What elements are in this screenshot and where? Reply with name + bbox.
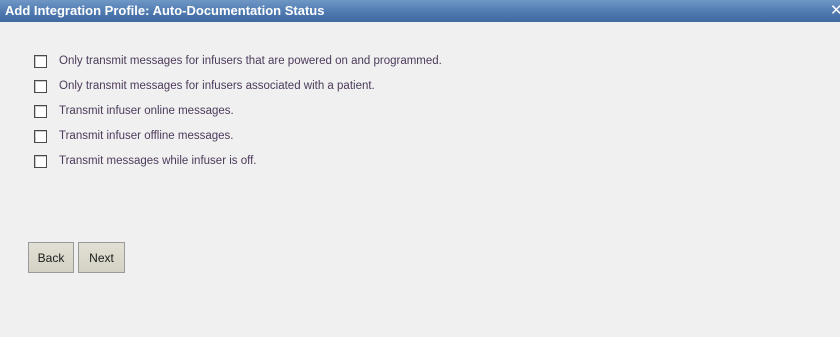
option-label: Only transmit messages for infusers that… — [59, 55, 442, 67]
button-bar: Back Next — [28, 242, 129, 273]
options-list: Only transmit messages for infusers that… — [34, 50, 442, 175]
option-online-messages[interactable]: Transmit infuser online messages. — [34, 100, 442, 122]
next-button[interactable]: Next — [78, 242, 125, 273]
dialog-titlebar: Add Integration Profile: Auto-Documentat… — [0, 0, 840, 22]
checkbox-while-infuser-off[interactable] — [34, 154, 47, 168]
checkbox-powered-on-programmed[interactable] — [34, 54, 47, 68]
option-label: Only transmit messages for infusers asso… — [59, 80, 375, 92]
option-associated-with-patient[interactable]: Only transmit messages for infusers asso… — [34, 75, 442, 97]
checkbox-associated-with-patient[interactable] — [34, 79, 47, 93]
option-offline-messages[interactable]: Transmit infuser offline messages. — [34, 125, 442, 147]
checkbox-online-messages[interactable] — [34, 104, 47, 118]
checkbox-offline-messages[interactable] — [34, 129, 47, 143]
option-powered-on-programmed[interactable]: Only transmit messages for infusers that… — [34, 50, 442, 72]
close-icon[interactable]: ✕ — [830, 3, 840, 19]
dialog-title: Add Integration Profile: Auto-Documentat… — [5, 3, 325, 18]
option-label: Transmit messages while infuser is off. — [59, 155, 257, 167]
option-label: Transmit infuser offline messages. — [59, 130, 234, 142]
back-button[interactable]: Back — [28, 242, 74, 273]
option-label: Transmit infuser online messages. — [59, 105, 234, 117]
option-while-infuser-off[interactable]: Transmit messages while infuser is off. — [34, 150, 442, 172]
integration-profile-dialog: Add Integration Profile: Auto-Documentat… — [0, 0, 840, 337]
